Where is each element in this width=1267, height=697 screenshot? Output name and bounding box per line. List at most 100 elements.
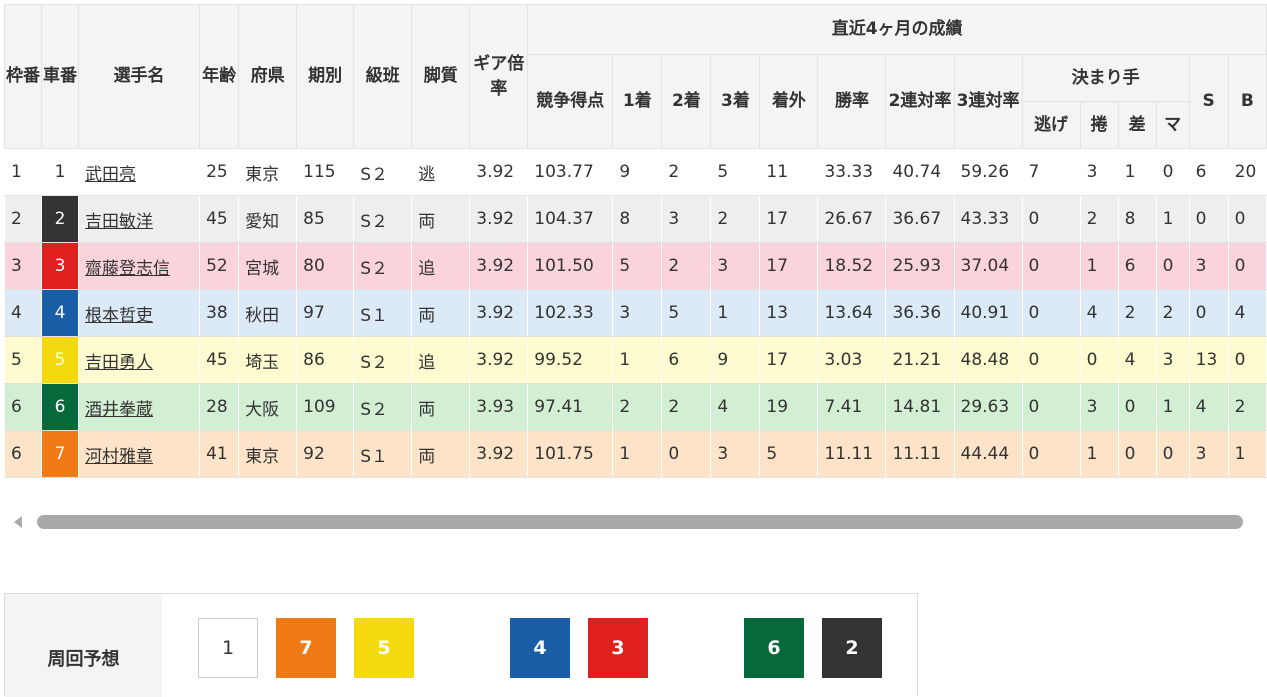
cell-mark: 2	[1156, 289, 1190, 337]
prediction-chip-6: 6	[744, 618, 804, 678]
cell-pref: 秋田	[238, 289, 297, 337]
cell-style: 両	[411, 430, 470, 478]
cell-term: 86	[296, 336, 354, 384]
cell-style: 追	[411, 242, 470, 290]
rider-table-body: 1 1 武田亮 25 東京 115 S２ 逃 3.92 103.77 9 2 5 11 33.33 40.74…	[4, 148, 1267, 478]
rider-name-link[interactable]: 武田亮	[85, 165, 136, 185]
cell-makuri: 3	[1080, 148, 1119, 196]
cell-second: 2	[661, 148, 711, 196]
cell-score: 101.75	[527, 430, 613, 478]
cell-top3: 43.33	[954, 195, 1023, 243]
cell-nige: 0	[1022, 242, 1081, 290]
table-row: 1 1 武田亮 25 東京 115 S２ 逃 3.92 103.77 9 2 5 11 33.33 40.74…	[4, 148, 1267, 196]
cell-age: 28	[199, 383, 239, 431]
cell-top2: 40.74	[885, 148, 955, 196]
header-class: 級班	[353, 4, 413, 149]
header-car: 車番	[41, 4, 80, 149]
cell-car: 7	[41, 430, 79, 478]
cell-out: 17	[759, 195, 818, 243]
header-top2: 2連対率	[885, 54, 955, 149]
header-style: 脚質	[411, 4, 471, 149]
cell-third: 1	[710, 289, 760, 337]
cell-class: S２	[353, 383, 412, 431]
cell-third: 9	[710, 336, 760, 384]
cell-sashi: 8	[1118, 195, 1157, 243]
cell-makuri: 0	[1080, 336, 1119, 384]
rider-name-link[interactable]: 吉田敏洋	[85, 212, 153, 232]
cell-out: 17	[759, 242, 818, 290]
cell-top3: 37.04	[954, 242, 1023, 290]
cell-waku: 6	[4, 383, 42, 431]
cell-out: 17	[759, 336, 818, 384]
header-second: 2着	[661, 54, 712, 149]
cell-car: 4	[41, 289, 79, 337]
cell-sashi: 1	[1118, 148, 1157, 196]
header-pref: 府県	[238, 4, 298, 149]
rider-name-link[interactable]: 河村雅章	[85, 447, 153, 467]
cell-age: 38	[199, 289, 239, 337]
cell-sashi: 2	[1118, 289, 1157, 337]
table-row: 4 4 根本哲吏 38 秋田 97 S１ 両 3.92 102.33 3 5 1 13 13.64 36.36…	[4, 289, 1267, 337]
cell-gear: 3.92	[469, 430, 528, 478]
scrollbar-thumb[interactable]	[37, 515, 1243, 529]
cell-win: 26.67	[817, 195, 886, 243]
cell-sashi: 6	[1118, 242, 1157, 290]
lap-prediction-label: 周回予想	[5, 594, 162, 697]
cell-top2: 36.67	[885, 195, 955, 243]
cell-waku: 6	[4, 430, 42, 478]
rider-name-link[interactable]: 齋藤登志信	[85, 259, 170, 279]
cell-nige: 0	[1022, 289, 1081, 337]
rider-name-link[interactable]: 根本哲吏	[85, 306, 153, 326]
cell-age: 41	[199, 430, 239, 478]
cell-score: 101.50	[527, 242, 613, 290]
cell-car: 3	[41, 242, 79, 290]
table-row: 3 3 齋藤登志信 52 宮城 80 S２ 追 3.92 101.50 5 2 3 17 18.52 25.9…	[4, 242, 1267, 290]
cell-second: 5	[661, 289, 711, 337]
cell-style: 追	[411, 336, 470, 384]
cell-b: 1	[1228, 430, 1267, 478]
cell-top3: 48.48	[954, 336, 1023, 384]
cell-third: 3	[710, 242, 760, 290]
cell-gear: 3.93	[469, 383, 528, 431]
cell-top3: 29.63	[954, 383, 1023, 431]
header-waku: 枠番	[3, 4, 43, 149]
horizontal-scrollbar[interactable]	[4, 512, 1267, 532]
cell-name: 武田亮	[78, 148, 200, 196]
cell-third: 3	[710, 430, 760, 478]
header-term: 期別	[296, 4, 355, 149]
rider-name-link[interactable]: 酒井拳蔵	[85, 400, 153, 420]
scroll-left-arrow-icon[interactable]	[14, 516, 22, 528]
cell-top2: 21.21	[885, 336, 955, 384]
cell-mark: 0	[1156, 430, 1190, 478]
cell-term: 85	[296, 195, 354, 243]
cell-pref: 大阪	[238, 383, 297, 431]
cell-nige: 0	[1022, 336, 1081, 384]
cell-term: 92	[296, 430, 354, 478]
cell-car: 5	[41, 336, 79, 384]
header-third: 3着	[710, 54, 761, 149]
rider-name-link[interactable]: 吉田勇人	[85, 353, 153, 373]
cell-gear: 3.92	[469, 336, 528, 384]
cell-second: 3	[661, 195, 711, 243]
cell-nige: 0	[1022, 195, 1081, 243]
cell-second: 6	[661, 336, 711, 384]
header-name: 選手名	[78, 4, 201, 149]
cell-s: 3	[1189, 242, 1229, 290]
cell-name: 根本哲吏	[78, 289, 200, 337]
cell-top2: 25.93	[885, 242, 955, 290]
header-kimarite: 決まり手	[1021, 54, 1190, 102]
cell-pref: 埼玉	[238, 336, 297, 384]
cell-waku: 5	[4, 336, 42, 384]
lap-prediction-panel: 周回予想 1 7 5 4 3 6 2	[4, 593, 918, 697]
cell-pref: 宮城	[238, 242, 297, 290]
cell-gear: 3.92	[469, 148, 528, 196]
header-nige: 逃げ	[1021, 101, 1081, 149]
cell-second: 2	[661, 242, 711, 290]
cell-out: 5	[759, 430, 818, 478]
cell-top3: 59.26	[954, 148, 1023, 196]
cell-car: 1	[41, 148, 79, 196]
cell-score: 102.33	[527, 289, 613, 337]
cell-out: 19	[759, 383, 818, 431]
cell-nige: 7	[1022, 148, 1081, 196]
cell-makuri: 1	[1080, 430, 1119, 478]
